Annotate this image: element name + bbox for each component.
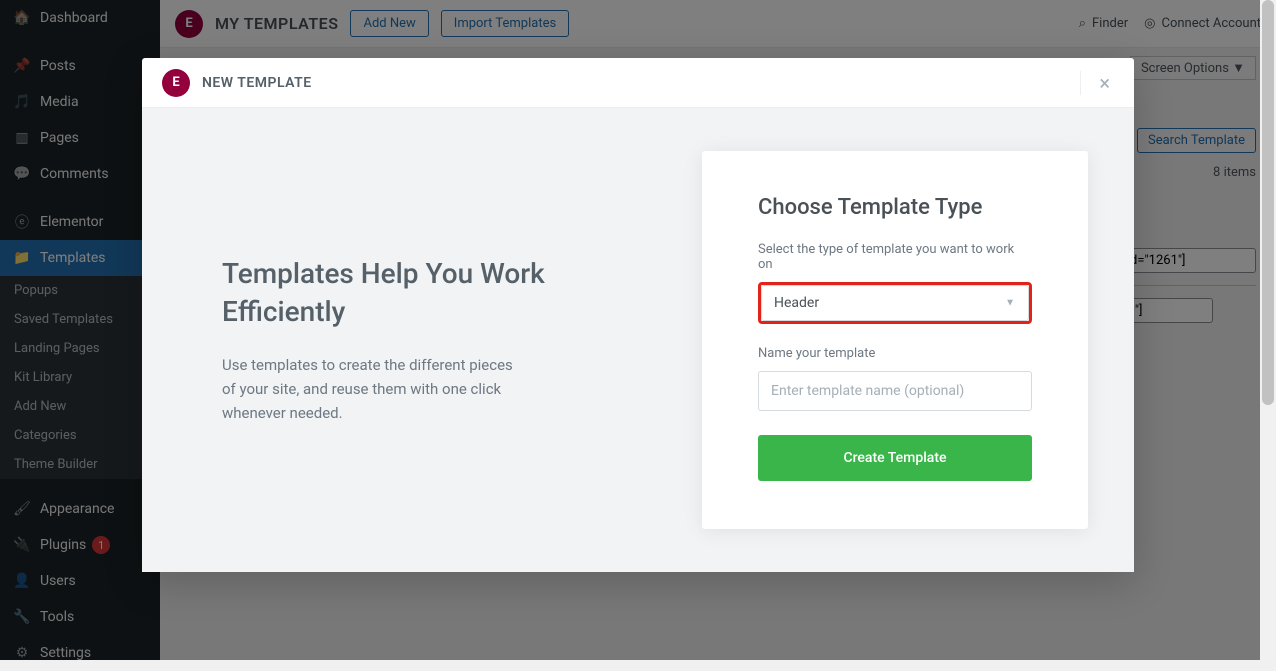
template-type-select-highlight: Header ▼ [758, 282, 1032, 324]
modal-hero-text: Use templates to create the different pi… [222, 353, 522, 425]
elementor-logo-icon: E [162, 69, 190, 97]
template-name-label: Name your template [758, 346, 1032, 361]
modal-hero-heading: Templates Help You Work Efficiently [222, 255, 642, 331]
card-heading: Choose Template Type [758, 195, 1032, 220]
template-type-select[interactable]: Header [761, 285, 1029, 321]
close-icon[interactable]: × [1080, 71, 1114, 95]
scrollbar[interactable] [1260, 0, 1276, 660]
new-template-modal: E NEW TEMPLATE × Templates Help You Work… [142, 58, 1134, 572]
create-template-button[interactable]: Create Template [758, 435, 1032, 481]
template-type-label: Select the type of template you want to … [758, 242, 1032, 272]
scrollbar-thumb[interactable] [1262, 0, 1274, 405]
modal-header: E NEW TEMPLATE × [142, 58, 1134, 108]
template-type-card: Choose Template Type Select the type of … [702, 151, 1088, 529]
template-name-input[interactable] [758, 371, 1032, 411]
modal-title: NEW TEMPLATE [202, 75, 312, 91]
